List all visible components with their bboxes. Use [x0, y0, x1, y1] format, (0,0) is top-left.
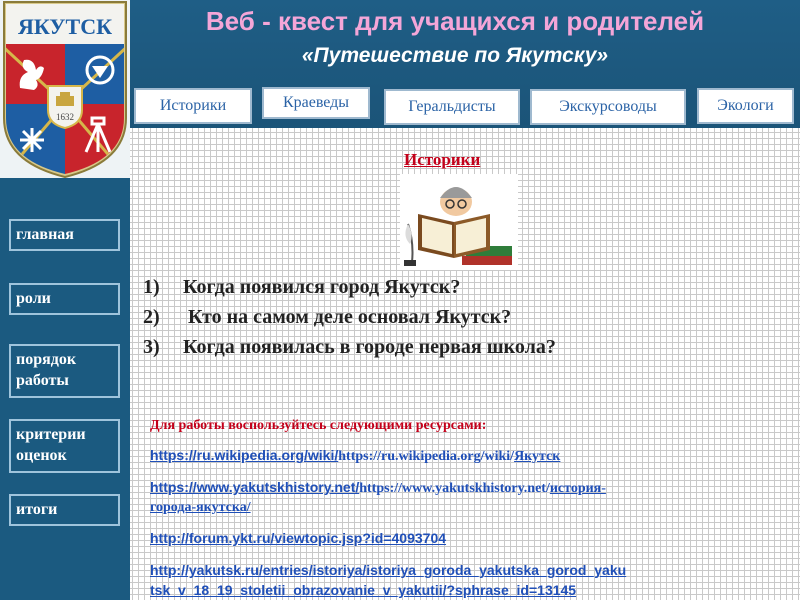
question-item: 3) Когда появилась в городе первая школа… — [143, 336, 783, 366]
nav-item-work-order[interactable]: порядок работы — [9, 344, 120, 398]
questions-list: 1) Когда появился город Якутск? 2) Кто н… — [143, 276, 783, 366]
question-number: 2) — [143, 306, 160, 328]
question-text: Когда появился город Якутск? — [183, 276, 461, 298]
resource-link-text[interactable]: города-якутска/ — [150, 500, 251, 515]
nav-item-evaluation-criteria[interactable]: критерии оценок — [9, 419, 120, 473]
question-text: Кто на самом деле основал Якутск? — [183, 306, 512, 328]
page-subtitle: «Путешествие по Якутску» — [301, 44, 609, 67]
resource-link-text[interactable]: https://ru.wikipedia.org/wiki/ — [338, 449, 514, 464]
tab-historians[interactable]: Историки — [134, 88, 252, 124]
page-title: Веб - квест для учащихся и родителей — [205, 6, 705, 36]
nav-item-results[interactable]: итоги — [9, 494, 120, 526]
resource-link-text[interactable]: http://forum.ykt.ru/viewtopic.jsp?id=409… — [150, 530, 446, 546]
resource-link-text[interactable]: https://ru.wikipedia.org/wiki/ — [150, 447, 338, 463]
tab-tour-guides[interactable]: Экскурсоводы — [530, 89, 686, 125]
tab-local-historians[interactable]: Краеведы — [262, 87, 370, 119]
resource-link-yakutskhistory[interactable]: https://www.yakutskhistory.net/https://w… — [150, 478, 765, 517]
resource-link-wikipedia[interactable]: https://ru.wikipedia.org/wiki/https://ru… — [150, 446, 765, 466]
resource-link-text[interactable]: история- — [550, 481, 606, 496]
logo-city-name: ЯКУТСК — [18, 14, 112, 39]
resource-link-text[interactable]: Якутск — [514, 449, 560, 464]
section-title: Историки — [404, 150, 481, 169]
resource-link-text[interactable]: http://yakutsk.ru/entries/istoriya/istor… — [150, 562, 626, 578]
resource-link-text[interactable]: https://www.yakutskhistory.net/ — [359, 481, 550, 496]
resource-link-text[interactable]: tsk_v_18_19_stoletii_obrazovanie_v_yakut… — [150, 582, 576, 598]
resources-intro: Для работы воспользуйтесь следующими рес… — [150, 418, 487, 433]
nav-item-home[interactable]: главная — [9, 219, 120, 251]
nav-item-roles[interactable]: роли — [9, 283, 120, 315]
coat-of-arms-logo: ЯКУТСК 1632 — [0, 0, 130, 179]
resource-link-yakutsk-ru[interactable]: http://yakutsk.ru/entries/istoriya/istor… — [150, 561, 765, 600]
tab-heraldists[interactable]: Геральдисты — [384, 89, 520, 125]
tab-ecologists[interactable]: Экологи — [697, 88, 794, 124]
question-text: Когда появилась в городе первая школа? — [183, 336, 556, 358]
sidebar: главная роли порядок работы критерии оце… — [0, 178, 130, 600]
coat-of-arms-icon: ЯКУТСК 1632 — [3, 1, 127, 179]
logo-year: 1632 — [56, 112, 74, 122]
historian-illustration — [400, 174, 518, 275]
resource-link-text[interactable]: https://www.yakutskhistory.net/ — [150, 479, 359, 495]
historian-reading-book-icon — [400, 174, 518, 270]
question-number: 1) — [143, 276, 160, 298]
question-item: 1) Когда появился город Якутск? — [143, 276, 783, 306]
question-number: 3) — [143, 336, 160, 358]
resource-link-forum[interactable]: http://forum.ykt.ru/viewtopic.jsp?id=409… — [150, 529, 765, 549]
question-item: 2) Кто на самом деле основал Якутск? — [143, 306, 783, 336]
